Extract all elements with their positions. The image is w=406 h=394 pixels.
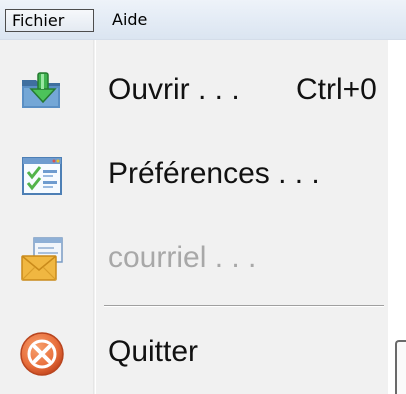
fichier-dropdown-menu: Ouvrir . . . Ctrl+0 Préférences . . . co… xyxy=(0,40,388,394)
menu-item-preferences-label: Préférences . . . xyxy=(108,157,320,190)
menu-item-preferences[interactable]: Préférences . . . xyxy=(0,146,388,206)
menu-item-courriel-label: courriel . . . xyxy=(108,241,257,274)
background-window-edge xyxy=(395,340,406,394)
open-folder-download-icon xyxy=(18,68,66,116)
menu-item-ouvrir-label: Ouvrir . . . xyxy=(108,73,240,106)
preferences-checklist-icon xyxy=(18,152,66,200)
menu-item-ouvrir-shortcut: Ctrl+0 xyxy=(296,73,377,106)
menu-item-quitter[interactable]: Quitter xyxy=(0,324,388,384)
quit-close-icon xyxy=(18,330,66,378)
menu-item-ouvrir[interactable]: Ouvrir . . . Ctrl+0 xyxy=(0,62,388,122)
menubar: Fichier Aide xyxy=(0,0,406,40)
menu-item-quitter-label: Quitter xyxy=(108,335,199,368)
menu-separator-highlight xyxy=(104,306,384,307)
menu-aide[interactable]: Aide xyxy=(112,9,172,32)
email-envelope-icon xyxy=(18,236,66,284)
menu-item-courriel: courriel . . . xyxy=(0,230,388,290)
menu-fichier[interactable]: Fichier xyxy=(5,9,94,32)
